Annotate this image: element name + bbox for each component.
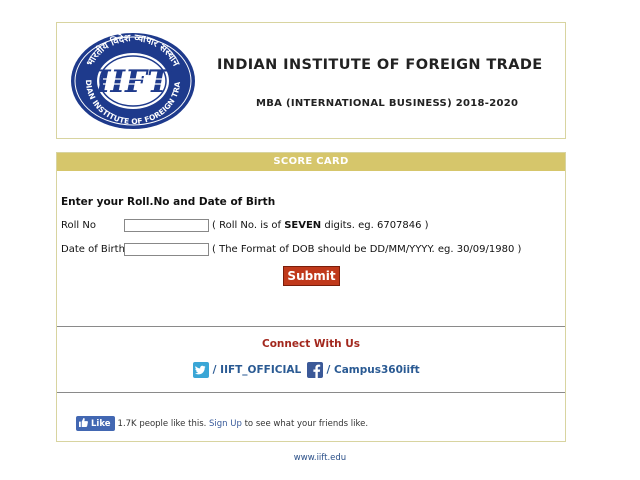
- scorecard-heading: SCORE CARD: [273, 156, 349, 167]
- scorecard-header: SCORE CARD: [57, 153, 565, 171]
- dob-hint: ( The Format of DOB should be DD/MM/YYYY…: [212, 244, 522, 255]
- fb-like-button[interactable]: Like: [76, 416, 115, 431]
- facebook-icon[interactable]: [306, 362, 323, 378]
- divider-bottom: [57, 392, 565, 393]
- facebook-separator: /: [326, 364, 331, 376]
- footer-website-link[interactable]: www.iift.edu: [0, 453, 640, 463]
- fb-signup-link[interactable]: Sign Up: [209, 419, 242, 429]
- program-title: MBA (INTERNATIONAL BUSINESS) 2018-2020: [256, 98, 519, 109]
- dob-label: Date of Birth: [61, 244, 125, 255]
- fb-like-label: Like: [91, 419, 111, 429]
- roll-hint-suffix: digits. eg. 6707846 ): [321, 220, 429, 231]
- twitter-separator: /: [212, 364, 217, 376]
- roll-no-hint: ( Roll No. is of SEVEN digits. eg. 67078…: [212, 220, 429, 231]
- facebook-like-widget: Like 1.7K people like this. Sign Up to se…: [76, 416, 368, 434]
- logo-monogram: IIFT: [95, 64, 172, 100]
- roll-hint-bold: SEVEN: [284, 220, 322, 231]
- header-box: भारतीय विदेश व्यापार संस्थान INDIAN INST…: [56, 22, 566, 139]
- roll-no-label: Roll No: [61, 220, 96, 231]
- facebook-handle-link[interactable]: Campus360iift: [334, 364, 420, 376]
- submit-button[interactable]: Submit: [283, 266, 340, 286]
- twitter-handle-link[interactable]: IIFT_OFFICIAL: [220, 364, 301, 376]
- social-links: / IIFT_OFFICIAL / Campus360iift: [193, 362, 420, 382]
- scorecard-panel: SCORE CARD Enter your Roll.No and Date o…: [56, 152, 566, 442]
- thumbs-up-icon: [79, 418, 88, 427]
- fb-like-suffix: to see what your friends like.: [244, 418, 369, 429]
- twitter-icon[interactable]: [193, 362, 209, 378]
- institute-title: INDIAN INSTITUTE OF FOREIGN TRADE: [217, 57, 543, 73]
- login-prompt: Enter your Roll.No and Date of Birth: [61, 196, 276, 208]
- divider-top: [57, 326, 565, 327]
- fb-like-count: 1.7K people like this.: [117, 418, 207, 429]
- roll-no-input[interactable]: [124, 219, 209, 232]
- dob-input[interactable]: [124, 243, 209, 256]
- roll-hint-prefix: ( Roll No. is of: [212, 220, 285, 231]
- connect-heading: Connect With Us: [262, 338, 360, 350]
- iift-seal-logo: भारतीय विदेश व्यापार संस्थान INDIAN INST…: [69, 31, 195, 129]
